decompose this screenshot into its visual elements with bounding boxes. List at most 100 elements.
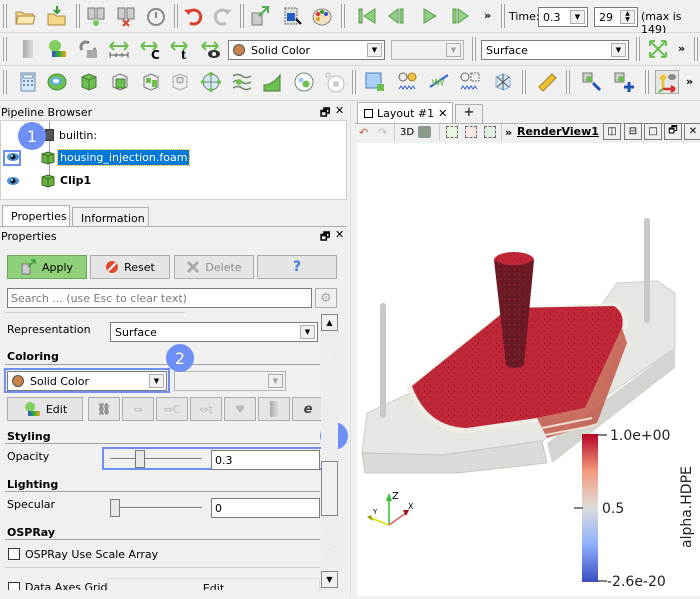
show-legend-button[interactable]	[258, 397, 290, 421]
rescale-to-data-range-icon[interactable]	[107, 37, 131, 61]
eye-icon[interactable]	[6, 176, 20, 189]
edit-legend-button[interactable]: e	[292, 397, 324, 421]
threshold-icon[interactable]	[139, 70, 163, 94]
color-component-combo[interactable]: ▼	[174, 371, 286, 391]
toolbar-grip[interactable]	[3, 4, 7, 28]
edit-color-map-button[interactable]: Edit	[7, 397, 83, 421]
properties-close-button[interactable]: ✕	[335, 228, 344, 241]
clip-icon[interactable]	[77, 70, 101, 94]
redo-camera-icon[interactable]: ↷	[378, 126, 387, 139]
reset-button[interactable]: Reset	[90, 255, 170, 279]
specular-slider-thumb[interactable]	[110, 499, 120, 517]
eye-icon[interactable]	[6, 152, 20, 165]
rescale-temporal-range-icon[interactable]: t	[168, 37, 192, 61]
auto-apply-icon[interactable]	[144, 4, 168, 28]
select-points-icon[interactable]	[446, 126, 458, 138]
toolbar-overflow-button[interactable]: »	[484, 9, 491, 22]
toolbar-grip[interactable]	[3, 70, 7, 94]
previous-frame-icon[interactable]	[385, 4, 409, 28]
specular-input[interactable]: 0	[211, 498, 320, 518]
close-tab-icon[interactable]: ✕	[438, 107, 447, 120]
toolbar-grip[interactable]	[522, 70, 526, 94]
select-cells-on-icon[interactable]	[363, 70, 387, 94]
plot-over-time-icon[interactable]	[396, 70, 420, 94]
close-view-icon[interactable]: ✕	[684, 123, 700, 140]
rescale-custom-range-icon[interactable]: C	[138, 37, 162, 61]
toolbar-representation-combo[interactable]: Surface ▼	[481, 40, 629, 60]
separate-color-map-button[interactable]: ⛓	[88, 397, 120, 421]
contour-icon[interactable]	[45, 70, 69, 94]
open-file-icon[interactable]	[13, 4, 37, 28]
opacity-input[interactable]: 0.3	[211, 450, 320, 470]
scroll-down-icon[interactable]: ▼	[321, 571, 338, 588]
toolbar-component-combo[interactable]: ▼	[391, 40, 464, 60]
pipeline-item-housing-injection[interactable]: housing_injection.foam	[56, 149, 191, 166]
extract-subset-icon[interactable]	[168, 70, 192, 94]
slice-icon[interactable]	[108, 70, 132, 94]
tab-properties[interactable]: Properties	[2, 205, 70, 227]
undo-camera-icon[interactable]: ↶	[359, 126, 368, 139]
add-layout-tab-button[interactable]: +	[455, 104, 483, 123]
toolbar-grip[interactable]	[472, 37, 476, 61]
grow-selection-icon[interactable]	[484, 126, 496, 138]
tab-layout-1[interactable]: Layout #1 ✕	[357, 102, 453, 123]
toolbar-grip[interactable]	[645, 70, 649, 94]
first-frame-icon[interactable]	[355, 4, 379, 28]
rescale-visible-range-icon[interactable]	[199, 37, 223, 61]
toolbar-grip[interactable]	[501, 4, 505, 28]
chevron-down-icon[interactable]: ▼	[300, 325, 315, 339]
group-datasets-icon[interactable]	[292, 70, 316, 94]
connect-icon[interactable]	[84, 4, 108, 28]
restore-icon[interactable]: 🗗	[664, 123, 682, 140]
toolbar-grip[interactable]	[566, 70, 570, 94]
extract-level-icon[interactable]	[323, 70, 347, 94]
toolbar-grip[interactable]	[636, 37, 640, 61]
properties-scrollbar[interactable]: ▲ ▼	[321, 314, 338, 590]
toggle-3d-button[interactable]: 3D	[400, 127, 414, 138]
split-horizontal-icon[interactable]: ◫	[603, 123, 621, 140]
next-frame-icon[interactable]	[448, 4, 472, 28]
disconnect-icon[interactable]	[114, 4, 138, 28]
calculator-icon[interactable]	[16, 70, 40, 94]
select-data-icon[interactable]	[280, 4, 304, 28]
toolbar-overflow-button[interactable]: »	[686, 75, 693, 88]
rescale-temporal-button[interactable]: ⇔t	[190, 397, 222, 421]
timestep-spinbox[interactable]: 29 ▲ ▼	[594, 7, 638, 27]
scroll-up-icon[interactable]: ▲	[321, 314, 338, 331]
opacity-slider-thumb[interactable]	[134, 450, 145, 468]
ospray-scale-checkbox[interactable]	[8, 548, 20, 560]
render-view-name[interactable]: RenderView1	[517, 125, 599, 138]
pipeline-browser-close-button[interactable]: ✕	[335, 104, 344, 117]
load-state-icon[interactable]	[45, 4, 69, 28]
rescale-custom-button[interactable]: ⇔C	[156, 397, 188, 421]
opacity-slider-track[interactable]	[110, 458, 202, 460]
palette-icon[interactable]	[311, 4, 335, 28]
undo-icon[interactable]	[181, 4, 205, 28]
coloring-combo[interactable]: Solid Color ▼	[7, 371, 167, 391]
custom-filter-add-icon[interactable]	[612, 70, 636, 94]
toolbar-grip[interactable]	[694, 37, 698, 61]
time-combo[interactable]: 0.3 ▼	[538, 7, 588, 27]
pipeline-item-clip1[interactable]: Clip1	[60, 174, 91, 187]
warp-by-vector-icon[interactable]	[261, 70, 285, 94]
split-vertical-icon[interactable]: ⊟	[624, 123, 642, 140]
spin-arrows-icon[interactable]: ▲ ▼	[620, 10, 635, 24]
toolbar-grip[interactable]	[3, 37, 7, 61]
delete-button[interactable]: Delete	[174, 255, 254, 279]
play-icon[interactable]	[418, 4, 442, 28]
representation-combo[interactable]: Surface ▼	[110, 322, 318, 342]
maximize-icon[interactable]: □	[644, 123, 662, 140]
toolbar-overflow-button[interactable]: »	[678, 42, 685, 55]
stream-tracer-icon[interactable]	[230, 70, 254, 94]
reset-camera-icon[interactable]	[248, 4, 272, 28]
view-toolbar-overflow[interactable]: »	[505, 126, 512, 139]
help-button[interactable]: ?	[257, 255, 337, 279]
probe-location-icon[interactable]	[491, 70, 515, 94]
apply-button[interactable]: Apply	[7, 255, 87, 279]
tab-information[interactable]: Information	[72, 207, 149, 227]
render-view[interactable]: Z Y X 1.0e+00 0.5 -2.6e-20 alpha.HDPE	[357, 143, 700, 596]
properties-float-button[interactable]: 🗗	[320, 228, 330, 247]
redo-icon[interactable]	[211, 4, 235, 28]
rescale-data-range-button[interactable]: ⇔	[122, 397, 154, 421]
chevron-down-icon[interactable]: ▼	[149, 374, 164, 388]
